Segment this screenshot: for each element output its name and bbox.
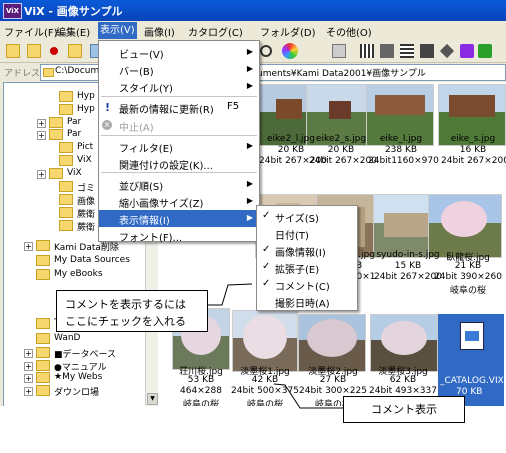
callout-left-pointer bbox=[202, 283, 253, 306]
instruction-callout: コメントを表示するには ここにチェックを入れる bbox=[56, 290, 208, 332]
callout-line2: ここにチェックを入れる bbox=[65, 315, 186, 328]
callout-lines bbox=[202, 283, 343, 409]
callout-bottom-pointer bbox=[273, 383, 343, 409]
callout-line1: コメントを表示するには bbox=[65, 298, 186, 311]
comment-display-note: コメント表示 bbox=[343, 396, 465, 423]
